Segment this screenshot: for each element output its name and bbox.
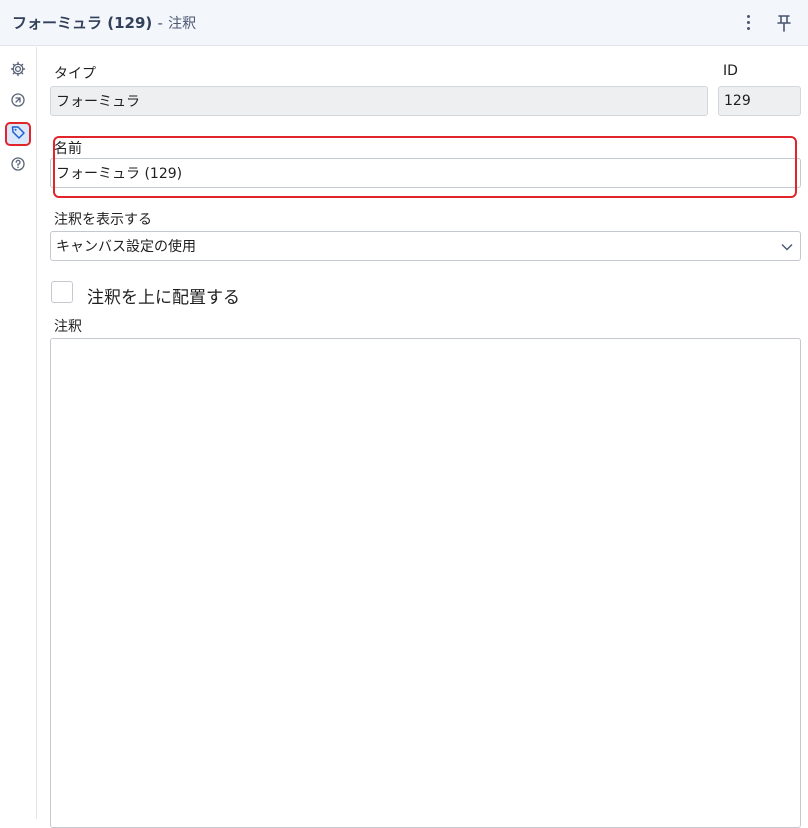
workflow-tab[interactable] [5,90,31,114]
panel-title: フォーミュラ (129) - 注釈 [12,12,196,33]
panel-header: フォーミュラ (129) - 注釈 [0,0,808,46]
type-field: フォーミュラ [50,86,708,116]
title-separator: - [157,14,163,32]
show-annotation-label: 注釈を表示する [54,212,152,228]
annotation-label: 注釈 [54,319,82,335]
more-options-icon[interactable] [742,13,754,33]
annotation-textarea[interactable] [50,338,801,828]
id-field: 129 [718,86,801,116]
type-label: タイプ [54,66,96,82]
tool-name: フォーミュラ (129) [12,14,153,32]
gear-icon [10,61,26,81]
pin-icon[interactable] [773,12,795,34]
name-label: 名前 [54,141,82,157]
chevron-down-icon [780,240,794,258]
show-annotation-value: キャンバス設定の使用 [56,239,196,255]
side-rail [0,47,37,819]
place-above-checkbox[interactable] [51,281,73,303]
id-label: ID [723,63,738,79]
show-annotation-select[interactable]: キャンバス設定の使用 [50,231,801,261]
place-above-label: 注釈を上に配置する [87,288,240,308]
help-icon [10,156,26,176]
annotation-tab[interactable] [5,122,31,146]
workflow-icon [10,92,26,112]
help-tab[interactable] [5,154,31,178]
name-input[interactable] [50,158,801,188]
configuration-tab[interactable] [5,59,31,83]
panel-subtitle: 注釈 [168,16,197,32]
tag-icon [10,124,26,144]
